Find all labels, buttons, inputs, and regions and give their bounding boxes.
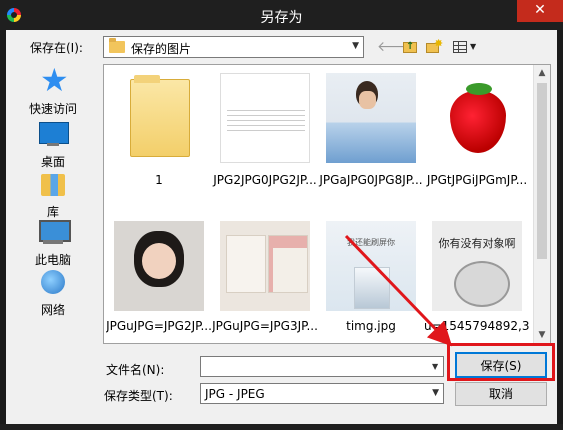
filename-input[interactable]	[200, 356, 444, 377]
file-name: JPGuJPG=JPG2JP...	[106, 319, 212, 333]
file-name: JPGaJPG0JPG8JP...	[319, 173, 423, 187]
filetype-combo[interactable]: JPG - JPEG ▼	[200, 383, 444, 404]
chevron-down-icon[interactable]: ▼	[432, 388, 439, 398]
folder-thumbnail	[114, 73, 204, 163]
file-name: 1	[155, 173, 163, 187]
filetype-label: 保存类型(T):	[104, 389, 173, 403]
place-this-pc[interactable]: 此电脑	[22, 218, 84, 268]
window-title: 另存为	[260, 10, 303, 26]
window-frame	[0, 424, 563, 430]
filetype-value: JPG - JPEG	[205, 387, 265, 401]
title-bar: 另存为 ✕	[0, 0, 563, 30]
arrow-up-icon: ↑	[406, 41, 415, 52]
file-name: JPGuJPG=JPG3JP...	[212, 319, 318, 333]
vertical-scrollbar[interactable]: ▲ ▼	[533, 65, 550, 343]
file-name: JPG2JPG0JPG2JP...	[213, 173, 317, 187]
look-in-value: 保存的图片	[131, 42, 192, 56]
new-folder-button[interactable]: ✸	[424, 37, 444, 57]
place-network[interactable]: 网络	[22, 268, 84, 318]
library-icon	[37, 170, 69, 200]
thumbnail-caption: 我还能刷屏你	[347, 238, 395, 247]
thumbnail-caption: 你有没有对象啊	[438, 237, 516, 250]
image-thumbnail: 我还能刷屏你	[326, 221, 416, 311]
up-folder-button[interactable]: ↑	[400, 37, 420, 57]
scrollbar-thumb[interactable]	[537, 83, 547, 259]
cancel-button[interactable]: 取消	[455, 382, 547, 406]
chevron-down-icon: ▼	[470, 42, 477, 51]
image-thumbnail	[326, 73, 416, 163]
file-item[interactable]: JPGuJPG=JPG3JP...	[212, 221, 318, 339]
chevron-down-icon[interactable]: ▼	[432, 362, 438, 371]
image-thumbnail	[220, 221, 310, 311]
chevron-down-icon[interactable]: ▼	[352, 41, 359, 51]
file-item[interactable]: JPGtJPGiJPGmJP...	[424, 65, 530, 195]
file-name: JPGtJPGiJPGmJP...	[426, 173, 528, 187]
chevron-down-icon[interactable]: ▼	[534, 327, 550, 343]
filename-label: 文件名(N):	[106, 363, 165, 377]
place-desktop[interactable]: 桌面	[22, 120, 84, 170]
computer-icon	[37, 218, 71, 248]
image-thumbnail	[114, 221, 204, 311]
place-library[interactable]: 库	[22, 170, 84, 220]
place-label: 快速访问	[28, 102, 77, 116]
image-thumbnail	[220, 73, 310, 163]
back-button[interactable]: 🡐	[377, 37, 415, 57]
desktop-icon	[37, 120, 69, 150]
network-icon	[37, 268, 69, 298]
highlight-box	[447, 343, 555, 381]
file-item[interactable]: 1	[106, 65, 212, 195]
image-thumbnail	[432, 73, 522, 163]
file-item[interactable]: JPGaJPG0JPG8JP...	[318, 65, 424, 195]
close-button[interactable]: ✕	[517, 0, 563, 22]
folder-icon	[109, 38, 125, 53]
place-quick-access[interactable]: 快速访问	[22, 61, 84, 117]
file-item[interactable]: JPG2JPG0JPG2JP...	[212, 65, 318, 195]
look-in-label: 保存在(I):	[30, 41, 83, 55]
file-name: timg.jpg	[346, 319, 396, 333]
image-thumbnail: 你有没有对象啊	[432, 221, 522, 311]
file-item[interactable]: 我还能刷屏你 timg.jpg	[318, 221, 424, 339]
file-item[interactable]: 你有没有对象啊 u=1545794892,3...	[424, 221, 530, 339]
star-icon	[37, 61, 69, 99]
place-label: 此电脑	[34, 253, 71, 267]
view-menu-icon	[453, 41, 467, 53]
place-label: 桌面	[40, 155, 65, 169]
file-name: u=1545794892,3...	[424, 319, 530, 333]
file-item[interactable]: JPGuJPG=JPG2JP...	[106, 221, 212, 339]
sparkle-icon: ✸	[434, 37, 444, 50]
place-label: 网络	[40, 303, 65, 317]
chevron-up-icon[interactable]: ▲	[534, 65, 550, 81]
view-menu-button[interactable]: ▼	[451, 37, 479, 57]
file-list[interactable]: 1 JPG2JPG0JPG2JP... JPGaJPG0JPG8JP... JP…	[103, 64, 551, 344]
look-in-combo[interactable]: 保存的图片 ▼	[103, 36, 364, 58]
